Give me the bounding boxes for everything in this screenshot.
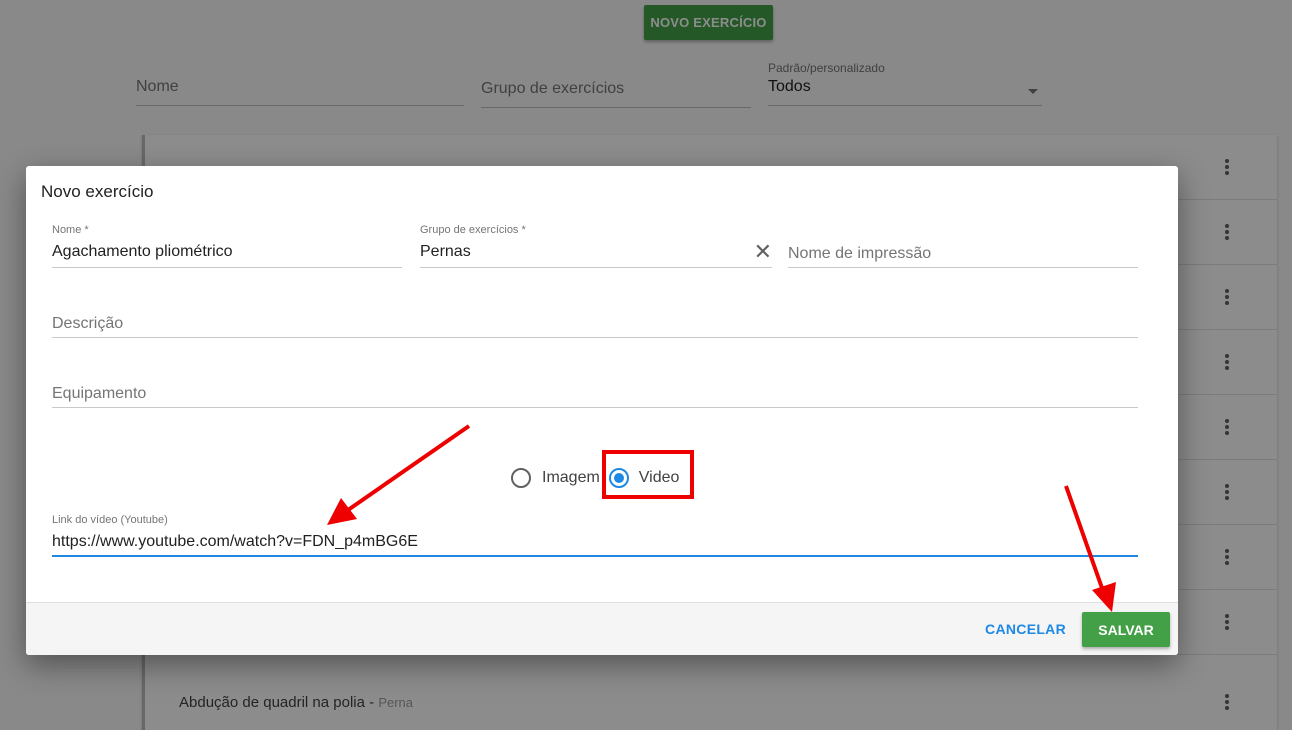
print-name-field[interactable]: Nome de impressão — [788, 224, 1138, 268]
equipment-field[interactable]: Equipamento — [52, 376, 1138, 408]
video-option-highlight-box — [602, 450, 694, 499]
name-field-label: Nome * — [52, 224, 89, 236]
dialog-footer: CANCELAR SALVAR — [26, 602, 1178, 655]
group-field-value: Pernas — [420, 243, 471, 260]
new-exercise-dialog: Novo exercício Nome * Agachamento pliomé… — [26, 166, 1178, 655]
clear-icon[interactable]: ✕ — [754, 241, 772, 263]
name-field[interactable]: Nome * Agachamento pliométrico — [52, 224, 402, 268]
radio-image-label[interactable]: Imagem — [542, 469, 600, 487]
name-field-value: Agachamento pliométrico — [52, 243, 233, 260]
equipment-placeholder: Equipamento — [52, 385, 147, 402]
description-field[interactable]: Descrição — [52, 306, 1138, 338]
radio-image[interactable] — [511, 468, 531, 488]
video-link-value: https://www.youtube.com/watch?v=FDN_p4mB… — [52, 533, 418, 550]
dialog-title: Novo exercício — [41, 182, 154, 201]
cancel-button[interactable]: CANCELAR — [985, 621, 1066, 637]
video-link-field[interactable]: Link do vídeo (Youtube) https://www.yout… — [52, 514, 1138, 557]
description-placeholder: Descrição — [52, 315, 124, 332]
group-field[interactable]: Grupo de exercícios * Pernas ✕ — [420, 224, 772, 268]
group-field-label: Grupo de exercícios * — [420, 224, 526, 236]
print-name-placeholder: Nome de impressão — [788, 245, 932, 262]
video-link-label: Link do vídeo (Youtube) — [52, 514, 168, 526]
save-button[interactable]: SALVAR — [1082, 612, 1170, 647]
